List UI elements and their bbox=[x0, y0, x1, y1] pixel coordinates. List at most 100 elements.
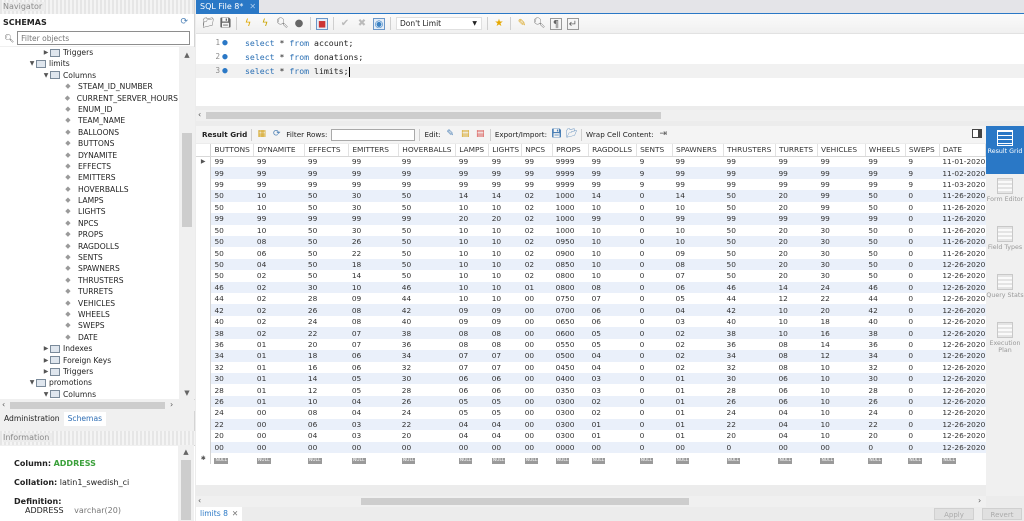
table-cell[interactable]: 10 bbox=[456, 247, 489, 258]
table-cell-null[interactable]: NULL bbox=[522, 453, 553, 464]
tab-sql-file[interactable]: SQL File 8* ✕ bbox=[196, 0, 259, 14]
table-cell[interactable]: 03 bbox=[588, 373, 637, 385]
table-cell[interactable]: 0300 bbox=[552, 395, 589, 408]
collapse-arrow-icon[interactable]: ▶ bbox=[42, 366, 50, 377]
table-cell[interactable]: 26 bbox=[304, 304, 349, 316]
table-cell[interactable]: 01 bbox=[673, 384, 724, 395]
row-header[interactable] bbox=[196, 178, 212, 191]
add-row-icon[interactable]: ▤ bbox=[460, 129, 471, 140]
execute-icon[interactable]: ϟ bbox=[242, 18, 254, 30]
stop-on-error-icon[interactable]: ◼ bbox=[316, 17, 328, 30]
table-cell[interactable]: 01 bbox=[253, 373, 305, 385]
column-header[interactable]: NPCS bbox=[521, 144, 554, 157]
table-cell[interactable]: 99 bbox=[589, 179, 637, 190]
table-cell[interactable]: 9 bbox=[905, 179, 939, 190]
table-cell[interactable]: 02 bbox=[673, 339, 724, 350]
table-cell[interactable]: 50 bbox=[399, 247, 456, 258]
table-cell[interactable]: 9 bbox=[905, 156, 939, 167]
table-cell[interactable]: 50 bbox=[305, 247, 349, 258]
table-cell[interactable]: 12-26-2020 bbox=[939, 384, 985, 395]
table-cell[interactable]: 08 bbox=[775, 339, 817, 350]
row-header[interactable] bbox=[196, 190, 212, 202]
table-cell[interactable]: 20 bbox=[775, 202, 817, 213]
table-cell[interactable]: 24 bbox=[399, 407, 456, 418]
side-tab-execution-plan[interactable]: Execution Plan bbox=[986, 318, 1024, 366]
table-cell[interactable]: 99 bbox=[304, 213, 349, 225]
column-header[interactable]: LIGHTS bbox=[488, 144, 523, 157]
table-cell[interactable]: 0 bbox=[905, 213, 940, 225]
table-cell[interactable]: 1000 bbox=[552, 190, 589, 202]
table-cell[interactable]: 10 bbox=[488, 235, 522, 248]
table-cell[interactable]: 02 bbox=[254, 316, 305, 327]
table-cell[interactable]: 10 bbox=[673, 225, 724, 236]
table-cell[interactable]: 06 bbox=[589, 316, 637, 327]
table-cell[interactable]: 22 bbox=[304, 327, 349, 339]
table-cell[interactable]: 99 bbox=[588, 213, 637, 225]
table-cell[interactable]: 10 bbox=[348, 281, 399, 294]
table-cell[interactable]: 99 bbox=[865, 167, 906, 179]
table-cell[interactable]: 10 bbox=[589, 247, 637, 258]
tree-item-column[interactable]: ◆ EFFECTS bbox=[0, 161, 178, 172]
export-icon[interactable]: 💾︎ bbox=[551, 129, 562, 140]
find-icon[interactable]: 🔍︎ bbox=[533, 18, 546, 30]
table-cell[interactable]: 01 bbox=[673, 407, 724, 418]
table-cell[interactable]: 50 bbox=[304, 258, 349, 271]
table-cell[interactable]: 26 bbox=[398, 395, 456, 408]
table-cell[interactable]: 99 bbox=[673, 179, 724, 190]
tree-item-column[interactable]: ◆ DATE bbox=[0, 332, 178, 343]
table-cell[interactable]: 99 bbox=[672, 213, 724, 225]
table-row[interactable]: 44 02 28 09 44 10 10 00 0750 07 0 05 44 12 22 44 0 12-26-… bbox=[196, 293, 986, 305]
table-cell[interactable]: 20 bbox=[488, 213, 522, 225]
table-cell[interactable]: 00 bbox=[521, 395, 553, 408]
table-cell[interactable]: 12-26-2020 bbox=[939, 407, 985, 418]
table-cell[interactable]: 99 bbox=[723, 167, 776, 179]
info-scrollbar[interactable]: ▲ bbox=[178, 446, 194, 521]
table-cell[interactable]: 28 bbox=[724, 384, 776, 395]
table-cell[interactable]: 07 bbox=[673, 270, 724, 281]
table-cell[interactable]: 16 bbox=[305, 362, 349, 373]
table-cell[interactable]: 0400 bbox=[552, 373, 589, 385]
tab-administration[interactable]: Administration bbox=[0, 412, 64, 426]
table-cell[interactable]: 50 bbox=[210, 258, 254, 271]
table-cell[interactable]: 10 bbox=[254, 225, 305, 236]
table-row[interactable]: 22 00 06 03 22 04 04 00 0300 01 0 01 22 04 10 22 0 12-26-… bbox=[196, 418, 986, 431]
table-cell[interactable]: 11-26-2020 bbox=[939, 190, 986, 202]
row-header[interactable] bbox=[196, 293, 212, 305]
table-cell[interactable]: 06 bbox=[775, 373, 818, 385]
table-cell[interactable]: 0 bbox=[905, 293, 939, 304]
table-cell[interactable]: 01 bbox=[672, 373, 724, 385]
scroll-left-icon[interactable]: ‹ bbox=[198, 496, 201, 505]
tree-item-table[interactable]: ▼ limits bbox=[0, 58, 178, 69]
table-cell[interactable]: 02 bbox=[521, 258, 553, 271]
table-row[interactable]: 99 99 99 99 99 99 99 99 9999 99 9 99 99 99 99 99 9 11-03-… bbox=[196, 178, 986, 191]
table-cell[interactable]: 99 bbox=[210, 167, 254, 179]
table-cell[interactable]: 36 bbox=[211, 339, 254, 350]
row-header[interactable] bbox=[196, 304, 212, 316]
table-cell[interactable]: 0 bbox=[905, 350, 940, 362]
code-line[interactable]: 1 ● select * from account; bbox=[196, 36, 1024, 50]
tree-item-column[interactable]: ◆ BALLOONS bbox=[0, 127, 178, 138]
table-cell-null[interactable]: NULL bbox=[637, 453, 673, 464]
table-cell[interactable]: 50 bbox=[304, 190, 349, 202]
table-cell[interactable]: 06 bbox=[775, 395, 818, 408]
tree-item-column[interactable]: ◆ SPAWNERS bbox=[0, 263, 178, 274]
table-cell[interactable]: 07 bbox=[349, 339, 399, 350]
table-cell[interactable]: 0 bbox=[636, 304, 673, 316]
table-cell[interactable]: 11-02-2020 bbox=[939, 167, 986, 179]
table-cell[interactable]: 03 bbox=[349, 430, 399, 441]
editor-horizontal-scrollbar[interactable]: ‹ bbox=[196, 110, 1024, 121]
table-cell[interactable]: 04 bbox=[489, 430, 522, 441]
table-cell[interactable]: 0 bbox=[637, 247, 673, 258]
table-cell[interactable]: 99 bbox=[775, 179, 817, 190]
table-cell[interactable]: 99 bbox=[456, 156, 489, 167]
open-folder-icon[interactable]: 📁︎ bbox=[202, 18, 215, 30]
table-cell[interactable]: 00 bbox=[521, 304, 553, 316]
table-cell[interactable]: 99 bbox=[305, 156, 349, 167]
table-cell[interactable]: 0 bbox=[905, 225, 939, 236]
table-cell-null[interactable]: NULL bbox=[254, 453, 305, 464]
tree-item-column[interactable]: ◆ RAGDOLLS bbox=[0, 241, 178, 252]
tree-item-folder[interactable]: ▼ Columns bbox=[0, 70, 178, 81]
table-cell[interactable]: 40 bbox=[399, 316, 456, 327]
table-cell[interactable]: 12-26-2020 bbox=[939, 350, 986, 362]
table-cell[interactable]: 99 bbox=[588, 167, 637, 179]
